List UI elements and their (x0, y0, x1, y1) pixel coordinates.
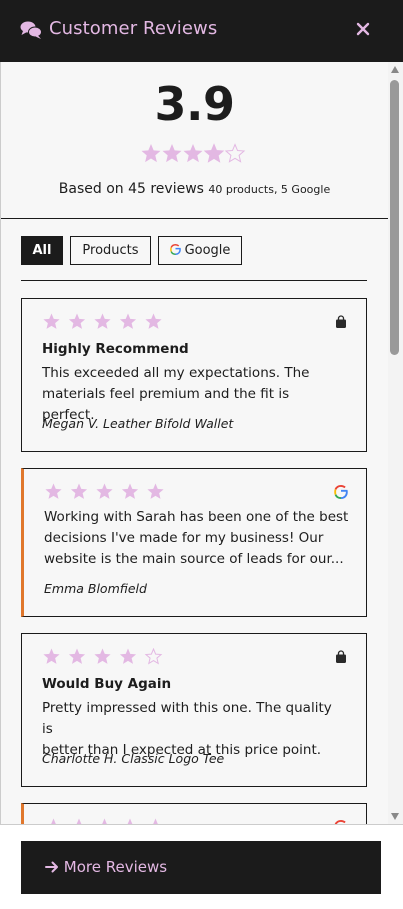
star-half-fill (204, 144, 222, 163)
star-filled-icon (145, 313, 162, 329)
filter-products-label: Products (82, 243, 139, 258)
review-body-line: decisions I've made for my business! Our (44, 530, 324, 546)
filter-all-button[interactable]: All (21, 236, 63, 265)
review-title: Would Buy Again (42, 676, 172, 692)
review-title: Highly Recommend (42, 341, 189, 357)
star-filled-icon (96, 483, 113, 499)
star-filled-icon (183, 144, 203, 163)
review-card: Working with Sarah has been one of the b… (21, 468, 367, 617)
star-filled-icon (45, 483, 62, 499)
review-count: Based on 45 reviews 40 products, 5 Googl… (1, 181, 388, 197)
star-filled-icon (94, 313, 111, 329)
star-empty-icon (224, 143, 246, 163)
divider (1, 218, 388, 219)
average-rating-stars (141, 143, 246, 163)
shopping-bag-icon (336, 650, 346, 663)
star-filled-icon (43, 648, 60, 664)
review-stars (45, 483, 164, 499)
review-card (21, 803, 367, 824)
star-filled-icon (68, 313, 86, 329)
star-filled-icon (43, 313, 60, 329)
more-reviews-button[interactable]: More Reviews (21, 841, 381, 894)
reviews-scroll-area[interactable]: 3.9 Based on 45 reviews 40 products, 5 G… (0, 62, 388, 824)
star-filled-icon (70, 483, 88, 499)
review-body-line: Pretty impressed with this one. The qual… (42, 700, 332, 737)
chat-bubbles-icon (20, 21, 42, 39)
star-filled-icon (94, 648, 111, 664)
more-reviews-label: More Reviews (63, 858, 168, 876)
star-filled-icon (147, 483, 164, 499)
star-filled-icon (141, 144, 161, 163)
scroll-down-arrow-icon[interactable] (391, 813, 399, 820)
filter-google-label: Google (184, 243, 231, 258)
review-stars (43, 648, 163, 665)
review-author: Charlotte H. Classic Logo Tee (42, 751, 225, 766)
google-icon (169, 244, 181, 255)
scroll-up-arrow-icon[interactable] (391, 66, 399, 73)
review-body-line: Working with Sarah has been one of the b… (44, 509, 349, 525)
review-card: Would Buy Again Pretty impressed with th… (21, 633, 367, 787)
star-filled-icon (119, 648, 137, 664)
review-card: Highly Recommend This exceeded all my ex… (21, 298, 367, 452)
arrow-right-icon (45, 861, 58, 873)
scrollbar-thumb[interactable] (390, 80, 399, 355)
divider (21, 280, 367, 281)
filter-google-button[interactable]: Google (158, 236, 242, 265)
page-title: Customer Reviews (49, 18, 218, 39)
footer: More Reviews (0, 824, 403, 909)
close-button[interactable] (353, 19, 373, 39)
star-empty-icon (144, 648, 163, 665)
review-breakdown: 40 products, 5 Google (208, 183, 331, 196)
star-filled-icon (68, 648, 86, 664)
average-rating: 3.9 (154, 77, 236, 131)
review-body-line: This exceeded all my expectations. The (42, 365, 310, 381)
star-filled-icon (162, 144, 182, 163)
review-author: Megan V. Leather Bifold Wallet (42, 416, 234, 431)
google-icon (334, 485, 348, 499)
star-filled-icon (121, 483, 139, 499)
review-stars (43, 313, 162, 329)
review-author: Emma Blomfield (44, 581, 147, 596)
review-body: Working with Sarah has been one of the b… (44, 507, 354, 570)
close-icon (356, 22, 370, 36)
header: Customer Reviews (0, 0, 403, 62)
review-body-line: website is the main source of leads for … (44, 551, 344, 567)
filter-all-label: All (32, 243, 52, 258)
based-on-text: Based on 45 reviews (58, 181, 204, 197)
star-filled-icon (119, 313, 137, 329)
filter-products-button[interactable]: Products (70, 236, 151, 265)
shopping-bag-icon (336, 315, 346, 328)
scrollbar[interactable] (388, 62, 403, 824)
